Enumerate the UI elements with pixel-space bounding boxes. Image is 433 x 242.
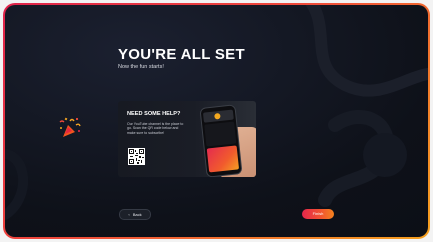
qr-code-icon[interactable] (128, 148, 145, 165)
help-title: NEED SOME HELP? (127, 111, 181, 117)
back-button[interactable]: ‹ Back (119, 209, 151, 220)
phone-graphic (200, 105, 242, 177)
help-card: NEED SOME HELP? Our YouTube channel is t… (118, 101, 256, 177)
finish-button[interactable]: Finish (302, 209, 334, 219)
phone-in-hand-image (188, 101, 256, 177)
finish-button-label: Finish (312, 211, 324, 216)
help-description: Our YouTube channel is the place to go. … (127, 122, 184, 135)
page-title: YOU'RE ALL SET (118, 46, 245, 63)
chevron-left-icon: ‹ (128, 212, 130, 217)
party-popper-icon (59, 117, 81, 137)
back-button-label: Back (132, 212, 142, 217)
setup-complete-screen: YOU'RE ALL SET Now the fun starts! NEED … (5, 5, 428, 237)
page-subtitle: Now the fun starts! (118, 64, 164, 70)
